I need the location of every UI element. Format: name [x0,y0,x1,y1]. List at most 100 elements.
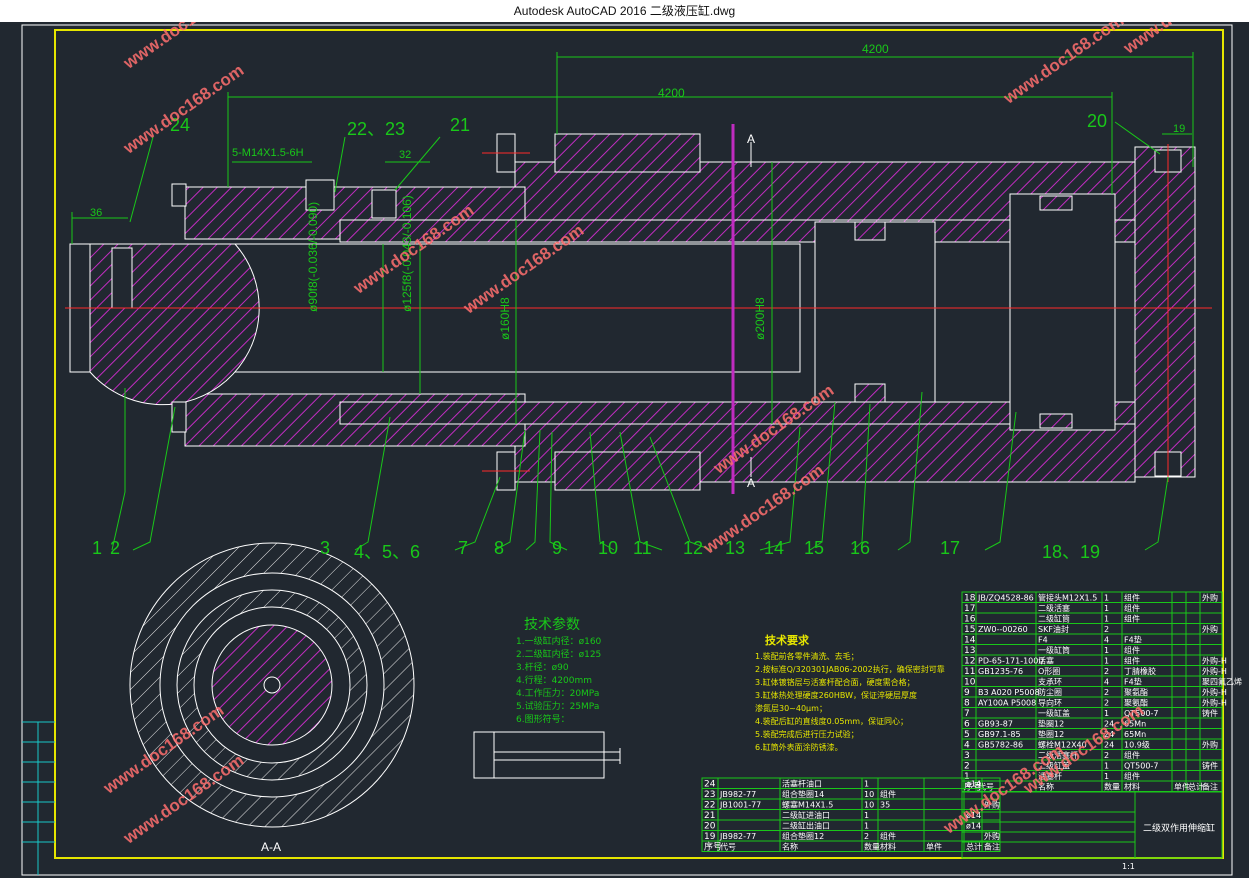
dim-32: 32 [399,149,412,161]
dim-d200: ø200H8 [753,297,767,340]
table-cell: 2 [964,762,970,772]
part-label: 14 [764,538,785,558]
table-cell: 9 [964,688,970,698]
param-item: 4.行程：4200mm [516,676,593,686]
table-cell: 组件 [880,789,896,799]
table-cell: 垫圈12 [1038,719,1064,729]
table-cell: 1 [1104,772,1109,781]
tech-req-item: 渗氮层30~40μm； [755,704,827,713]
tech-req-item: 2.按标准Q/320301JAB06-2002执行，确保密封可靠 [755,665,945,674]
table-cell: 外购-H [1202,687,1227,697]
table-cell: GB97.1-85 [978,730,1021,739]
table-cell: PD-65-171-1000 [978,657,1043,666]
table-cell: 19 [704,832,716,842]
tech-req-item: 3.缸体热处理硬度260HBW，保证淬硬层厚度 [755,691,918,700]
table-cell: 14 [964,636,976,646]
table-cell: 外购 [1202,740,1218,750]
table-cell: 外购-H [1202,698,1227,708]
hydraulic-symbol [473,731,621,779]
window-title: Autodesk AutoCAD 2016 二级液压缸.dwg [0,0,1249,22]
tech-req-item: 4.装配后缸的直线度0.05mm，保证同心； [755,717,909,726]
table-cell: 10 [964,678,976,688]
part-label: 9 [552,538,563,558]
params-title: 技术参数 [524,617,580,633]
table-cell: 聚氨酯 [1124,687,1148,697]
table-cell: 一级缸筒 [1038,645,1070,655]
table-cell: 10 [864,801,874,810]
table-cell: 组合垫圈12 [782,831,824,841]
table-cell: 4 [964,741,970,751]
table-cell: QT500-7 [1124,762,1158,771]
table-cell: 16 [964,615,976,625]
table-cell: JB1001-77 [719,801,761,810]
table-header-cell: 代号 [720,842,736,852]
tech-req-list: 1.装配前各零件清洗、去毛； 2.按标准Q/320301JAB06-2002执行，… [755,650,950,754]
table-cell: 垫圈12 [1038,729,1064,739]
table-cell: 1 [864,822,869,831]
table-header-cell: 材料 [1124,782,1140,792]
table-cell: 组件 [1124,645,1140,655]
table-cell: 23 [704,790,715,800]
table-cell: 活塞 [1038,656,1054,666]
table-cell: 组件 [880,831,896,841]
table-cell: 6 [964,720,970,730]
tech-req-item: 3.缸体镀铬层与活塞杆配合面，硬度需合格； [755,678,915,687]
param-item: 6.图形符号： [516,715,570,725]
tech-req-item: 6.缸筒外表面涂防锈漆。 [755,743,843,752]
table-cell: B3 A020 P5008 [978,688,1040,697]
tech-req-title: 技术要求 [765,634,809,647]
part-label: 2 [110,538,121,558]
table-cell: 支承环 [1038,677,1062,687]
table-cell: 2 [1104,625,1109,634]
table-cell: 二级缸筒 [1038,614,1070,624]
title-block-name: 二级双作用伸缩缸 [1143,824,1216,834]
param-item: 4.工作压力：20MPa [516,689,600,699]
table-cell: 外购 [984,831,1000,841]
table-cell: 1 [1104,657,1109,666]
table-header-cell: 备注 [1202,782,1218,792]
table-cell: 1 [1104,615,1109,624]
table-cell: 组件 [1124,750,1140,760]
table-header-cell: 总计 [966,842,982,852]
left-margin-grid [22,721,55,875]
dim-mid-length: 4200 [658,86,685,100]
table-cell: 2 [1104,667,1109,676]
param-item: 5.试验压力：25MPa [516,702,600,712]
table-cell: GB1235-76 [978,667,1023,676]
piston-1 [814,221,936,403]
table-cell: 2 [1104,699,1109,708]
part-label: 7 [458,538,469,558]
table-cell: AY100A P5008 [978,699,1036,708]
part-label: 15 [804,538,825,558]
title-block-scale: 1:1 [1122,862,1135,871]
flange-top [554,133,701,173]
table-header-cell: 单件 [926,842,942,852]
table-cell: 外购-H [1202,666,1227,676]
table-cell: 管接头M12X1.5 [1038,593,1097,603]
params-list: 1.一级缸内径：ø160 2.二级缸内径：ø125 3.杆径：ø90 4.行程：420… [516,636,601,727]
table-cell: 4 [1104,678,1109,687]
table-cell: JB982-77 [719,832,756,841]
piston-1-seal-b [854,383,886,403]
table-cell: GB93-87 [978,720,1013,729]
part-label: 18、19 [1042,542,1101,562]
table-cell: GB5782-86 [978,741,1023,750]
table-cell: 外购 [1202,624,1218,634]
dim-right-length: 19 [1173,123,1186,135]
dim-d90: ø90f8(-0.036/-0.090) [306,201,320,312]
piston-2-seal-b [1039,413,1073,429]
table-cell: 铸件 [1202,708,1218,718]
table-cell: ø14 [966,780,981,789]
drawing-canvas[interactable]: 18 JB/ZQ4528-86 管接头M12X1.5 1 组件 外购 17 二级活塞 1 组件 16… [0,22,1249,878]
cylinder-section [65,124,1212,494]
table-cell: 1 [1104,646,1109,655]
table-cell: 20 [704,822,716,832]
table-cell: F4垫 [1124,635,1142,645]
section-view-title: A-A [261,840,282,854]
table-cell: ZW0--00260 [978,625,1028,634]
param-item: 1.一级缸内径：ø160 [516,637,602,647]
part-label: 3 [320,538,331,558]
table-cell: 外购 [1202,593,1218,603]
table-cell: 防尘圈 [1038,687,1062,697]
table-header-cell: 备注 [984,842,1000,852]
